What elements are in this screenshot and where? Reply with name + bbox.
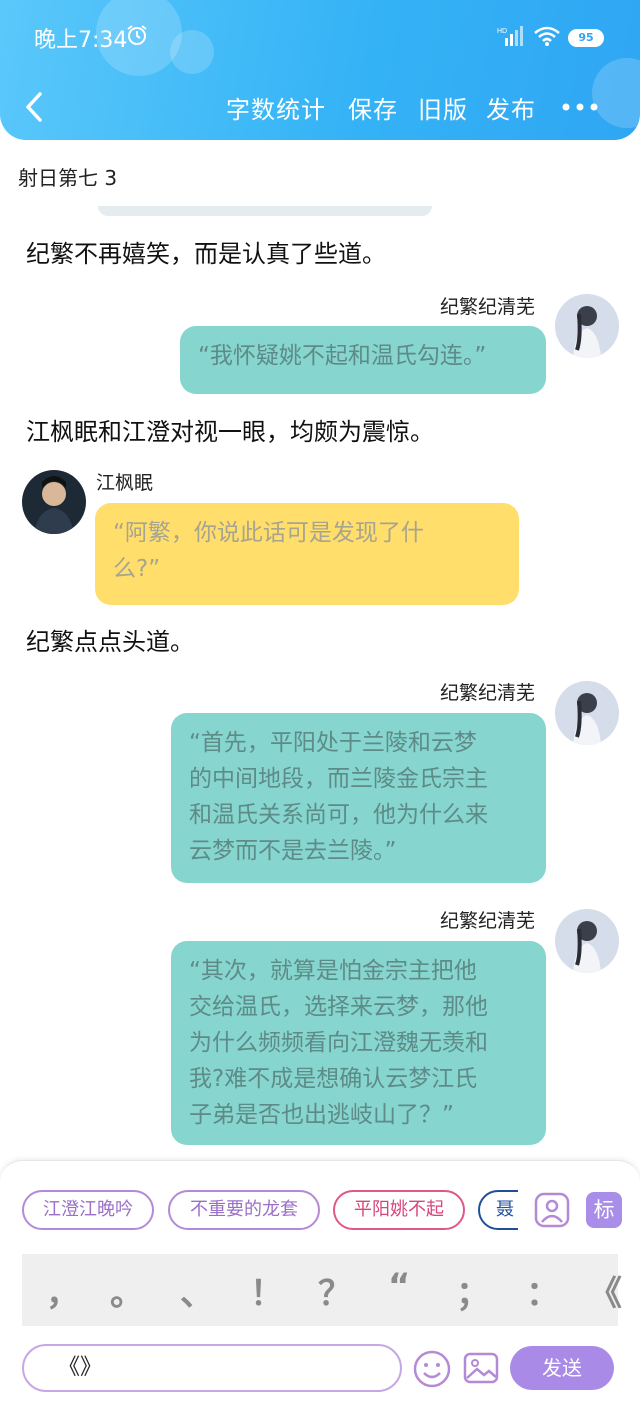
avatar[interactable] (22, 470, 86, 534)
avatar[interactable] (555, 909, 619, 973)
signal-icon: HD (497, 26, 523, 46)
chat-text-line: “首先，平阳处于兰陵和云梦 (189, 730, 477, 756)
chat-text-line: 的中间地段，而兰陵金氏宗主 (189, 766, 488, 792)
chat-bubble[interactable]: “其次，就算是怕金宗主把他 交给温氏，选择来云梦，那他 为什么频频看向江澄魏无羡… (171, 941, 546, 1145)
alarm-icon (127, 25, 147, 45)
punctuation-key[interactable]: ？ (318, 1266, 352, 1315)
speaker-name: 纪繁纪清芜 (440, 296, 536, 318)
previous-bubble-edge (98, 206, 432, 216)
contact-icon[interactable] (534, 1192, 570, 1228)
narration-text: 纪繁不再嬉笑，而是认真了些道。 (26, 240, 386, 268)
chat-text-line: 我?难不成是想确认云梦江氏 (189, 1066, 478, 1092)
document-title: 射日第七 3 (18, 166, 118, 190)
svg-text:HD: HD (497, 28, 507, 35)
save-button[interactable]: 保存 (348, 90, 398, 125)
chat-text-line: 为什么频频看向江澄魏无羡和 (189, 1030, 488, 1056)
more-icon[interactable] (562, 103, 598, 111)
battery-indicator: 95 (568, 29, 604, 47)
character-tag[interactable]: 不重要的龙套 (168, 1190, 320, 1230)
emoji-icon[interactable] (412, 1349, 452, 1389)
image-icon[interactable] (462, 1349, 500, 1387)
punctuation-key[interactable]: 、 (180, 1266, 214, 1315)
chat-bubble[interactable]: “首先，平阳处于兰陵和云梦 的中间地段，而兰陵金氏宗主 和温氏关系尚可，他为什么… (171, 713, 546, 883)
message-input[interactable]: 《》 (22, 1344, 402, 1392)
avatar[interactable] (555, 681, 619, 745)
decor-circle (170, 30, 214, 74)
wifi-icon (534, 26, 560, 46)
character-tag[interactable]: 江澄江晚吟 (22, 1190, 154, 1230)
chat-bubble[interactable]: “我怀疑姚不起和温氏勾连。” (180, 326, 546, 394)
publish-button[interactable]: 发布 (486, 90, 536, 125)
chat-text-line: 和温氏关系尚可，他为什么来 (189, 802, 488, 828)
narration-text: 江枫眠和江澄对视一眼，均颇为震惊。 (26, 418, 434, 446)
narration-text: 纪繁点点头道。 (26, 628, 194, 656)
character-tag[interactable]: 平阳姚不起 (333, 1190, 465, 1230)
speaker-name: 纪繁纪清芜 (440, 682, 536, 704)
character-tag[interactable]: 聂 (478, 1190, 518, 1230)
chat-bubble[interactable]: “阿繁，你说此话可是发现了什 么?” (95, 503, 519, 605)
chat-text-line: 交给温氏，选择来云梦，那他 (189, 994, 488, 1020)
chat-text-line: 云梦而不是去兰陵。” (189, 838, 397, 864)
send-button[interactable]: 发送 (510, 1346, 614, 1390)
top-bar: 晚上7:34 HD 95 字数统计 保存 旧版 发布 (0, 0, 640, 140)
chat-text: “我怀疑姚不起和温氏勾连。” (198, 343, 487, 369)
tag-overflow: 聂 (478, 1188, 518, 1234)
status-time: 晚上7:34 (34, 28, 128, 53)
punctuation-key[interactable]: 。 (110, 1266, 144, 1315)
tag-icon[interactable]: 标 (586, 1192, 622, 1228)
decor-circle (592, 58, 640, 128)
chat-text-line: 子弟是否也出逃岐山了？” (189, 1102, 454, 1128)
punctuation-key[interactable]: ！ (250, 1266, 284, 1315)
chat-text-line: “阿繁，你说此话可是发现了什 (113, 520, 424, 546)
punctuation-key[interactable]: 《 (588, 1266, 622, 1315)
back-icon[interactable] (22, 90, 48, 124)
punctuation-key[interactable]: ： (526, 1266, 560, 1315)
speaker-name: 江枫眠 (96, 472, 154, 494)
old-version-button[interactable]: 旧版 (418, 90, 468, 125)
punctuation-key[interactable]: “ (388, 1266, 410, 1306)
punctuation-key[interactable]: ； (456, 1266, 490, 1315)
avatar[interactable] (555, 294, 619, 358)
chat-text-line: 么?” (113, 556, 161, 582)
punctuation-key[interactable]: ， (46, 1266, 80, 1315)
speaker-name: 纪繁纪清芜 (440, 910, 536, 932)
word-count-button[interactable]: 字数统计 (226, 90, 326, 125)
chat-text-line: “其次，就算是怕金宗主把他 (189, 958, 477, 984)
